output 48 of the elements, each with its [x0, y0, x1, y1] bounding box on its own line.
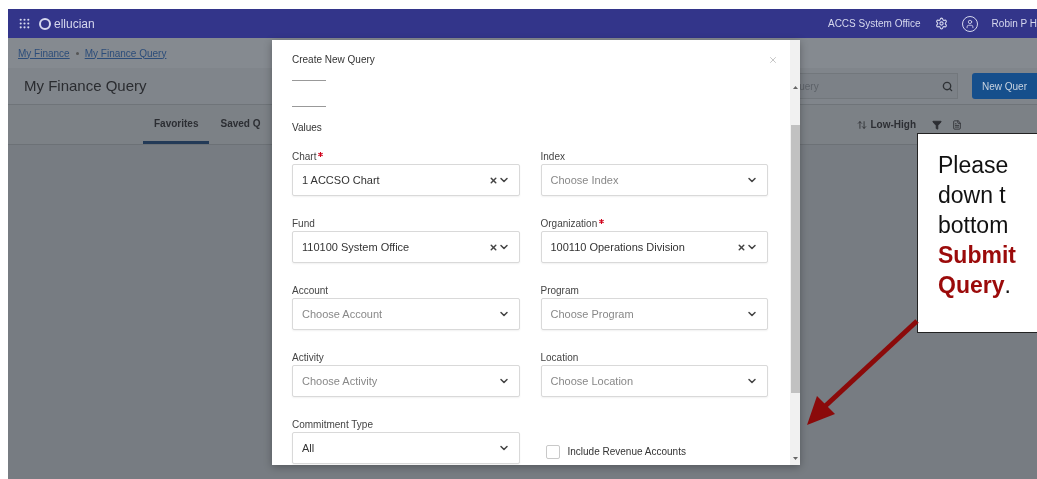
select-field[interactable]: Choose Location: [540, 365, 768, 397]
select-field[interactable]: All: [292, 432, 520, 464]
modal-title: Create New Query: [292, 53, 376, 67]
field-label: Fund: [292, 218, 315, 229]
field-label: Chart: [292, 151, 317, 162]
scroll-down-icon[interactable]: [792, 457, 798, 460]
tab[interactable]: Saved Q: [209, 105, 272, 144]
user-name[interactable]: Robin P H: [991, 16, 1037, 31]
select-field[interactable]: 110100 System Office: [292, 231, 520, 263]
section-heading: Values: [292, 121, 322, 135]
breadcrumb-link[interactable]: My Finance Query: [84, 45, 167, 61]
field-label: Activity: [292, 352, 324, 363]
callout-text: Please down t bottom Submit Query.: [938, 151, 1017, 300]
checkbox-label: Include Revenue Accounts: [567, 445, 686, 459]
grid-menu-icon[interactable]: [18, 17, 31, 30]
brand-name: ellucian: [54, 15, 95, 33]
sort-icon[interactable]: [856, 119, 867, 130]
document-icon[interactable]: [952, 119, 963, 130]
breadcrumb-link[interactable]: My Finance: [18, 45, 70, 61]
field-label: Location: [540, 352, 579, 363]
select-field[interactable]: 100110 Operations Division: [540, 231, 768, 263]
tab[interactable]: Favorites: [143, 105, 210, 144]
field-label: Commitment Type: [292, 419, 373, 430]
checkbox[interactable]: [545, 444, 560, 459]
field-label: Account: [292, 285, 329, 296]
select-field[interactable]: Choose Activity: [292, 365, 520, 397]
filter-icon[interactable]: [932, 119, 943, 130]
institution-name: ACCS System Office: [827, 17, 921, 31]
breadcrumb-separator-icon: [75, 51, 79, 55]
search-icon[interactable]: [942, 80, 953, 92]
scrollbar-thumb[interactable]: [790, 125, 800, 393]
logo-icon: [39, 17, 51, 30]
scrollbar[interactable]: [790, 40, 800, 465]
clear-icon[interactable]: [488, 242, 498, 252]
page-title: My Finance Query: [24, 75, 148, 96]
field-label: Program: [540, 285, 579, 296]
clear-icon[interactable]: [737, 242, 746, 252]
new-query-button[interactable]: New Quer: [972, 73, 1037, 99]
select-field[interactable]: 1 ACCSO Chart: [292, 164, 520, 196]
clear-icon[interactable]: [488, 175, 498, 185]
field-label: Organization: [540, 218, 598, 229]
settings-icon[interactable]: [934, 17, 948, 30]
select-field[interactable]: Choose Index: [540, 164, 768, 196]
field-label: Index: [540, 151, 565, 162]
scroll-up-icon[interactable]: [792, 86, 798, 89]
select-field[interactable]: Choose Account: [292, 298, 520, 330]
select-field[interactable]: Choose Program: [540, 298, 768, 330]
sort-label[interactable]: Low-High: [870, 117, 917, 132]
